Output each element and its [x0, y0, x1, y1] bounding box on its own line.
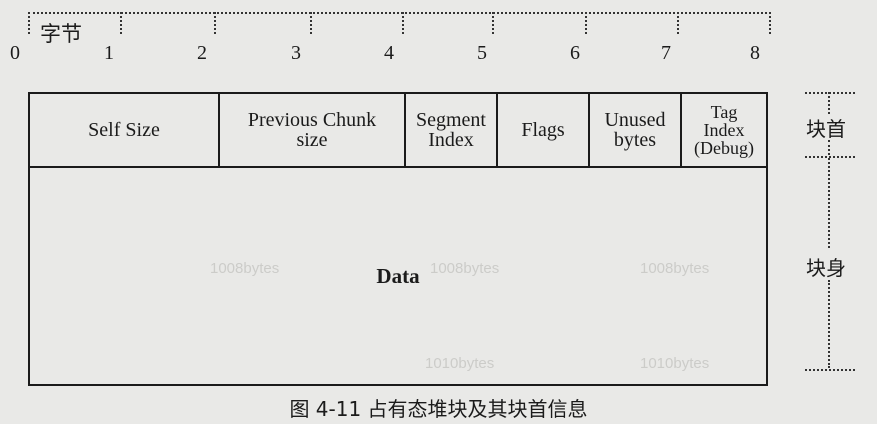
field-segment-index: Segment Index: [406, 94, 498, 166]
chunk-header-row: Self Size Previous Chunk size Segment In…: [30, 94, 766, 168]
field-unused-bytes: Unused bytes: [590, 94, 682, 166]
byte-unit-label: 字节: [40, 22, 82, 46]
header-side-label: 块首: [806, 117, 846, 141]
bracket-divider-line: [805, 156, 855, 158]
scale-tick-mark: [214, 12, 216, 34]
chunk-body: Data: [30, 168, 766, 384]
tick-label: 5: [477, 42, 487, 64]
scale-dotted-line: [28, 12, 771, 14]
field-self-size: Self Size: [30, 94, 220, 166]
tick-label: 0: [10, 42, 20, 64]
scale-tick-mark: [492, 12, 494, 34]
byte-scale: 字节 0 1 2 3 4 5 6 7 8: [0, 0, 877, 80]
bracket-vertical-line: [828, 92, 830, 114]
scale-tick-mark: [120, 12, 122, 34]
tick-label: 2: [197, 42, 207, 64]
tick-label: 1: [104, 42, 114, 64]
scale-tick-mark: [310, 12, 312, 34]
bracket-bottom-line: [805, 369, 855, 371]
field-previous-chunk-size: Previous Chunk size: [220, 94, 406, 166]
scale-tick-mark: [402, 12, 404, 34]
figure-caption: 图 4-11 占有态堆块及其块首信息: [289, 397, 588, 421]
tick-label: 8: [750, 42, 760, 64]
tick-label: 7: [661, 42, 671, 64]
body-side-label: 块身: [806, 256, 846, 280]
bracket-vertical-line: [828, 280, 830, 368]
tick-label: 4: [384, 42, 394, 64]
tick-label: 6: [570, 42, 580, 64]
scale-tick-mark: [28, 12, 30, 34]
scale-tick-mark: [585, 12, 587, 34]
bracket-top-line: [805, 92, 855, 94]
bracket-vertical-line: [828, 140, 830, 155]
tick-label: 3: [291, 42, 301, 64]
heap-chunk-diagram: Self Size Previous Chunk size Segment In…: [28, 92, 768, 386]
data-label: Data: [376, 263, 420, 288]
field-flags: Flags: [498, 94, 590, 166]
bracket-vertical-line: [828, 158, 830, 248]
scale-tick-mark: [769, 12, 771, 34]
scale-tick-mark: [677, 12, 679, 34]
field-tag-index: Tag Index (Debug): [694, 102, 754, 158]
